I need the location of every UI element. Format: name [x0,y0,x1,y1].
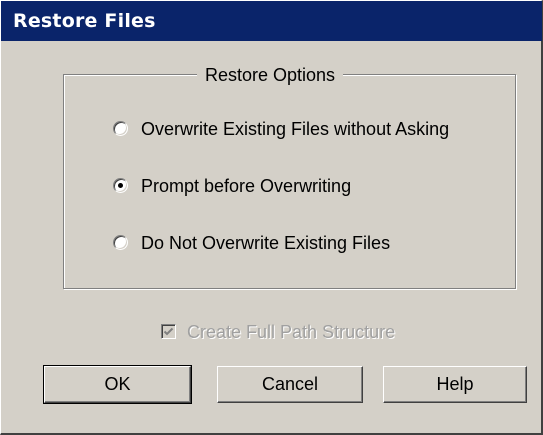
radio-button-icon[interactable] [113,121,128,136]
radio-selected-dot [118,183,123,188]
radio-button-icon[interactable] [113,178,128,193]
create-full-path-label: Create Full Path Structure [187,322,396,342]
restore-files-dialog: Restore Files Restore Options Overwrite … [0,0,543,435]
radio-label[interactable]: Do Not Overwrite Existing Files [141,232,390,254]
radio-label[interactable]: Overwrite Existing Files without Asking [141,118,449,140]
cancel-button[interactable]: Cancel [217,366,363,403]
window-title: Restore Files [13,10,156,32]
ok-button[interactable]: OK [43,365,192,404]
checkmark-icon [161,324,176,339]
radio-label[interactable]: Prompt before Overwriting [141,175,351,197]
restore-options-title: Restore Options [197,64,344,86]
radio-button-icon[interactable] [113,235,128,250]
help-button[interactable]: Help [383,366,527,403]
title-bar[interactable]: Restore Files [1,1,542,41]
